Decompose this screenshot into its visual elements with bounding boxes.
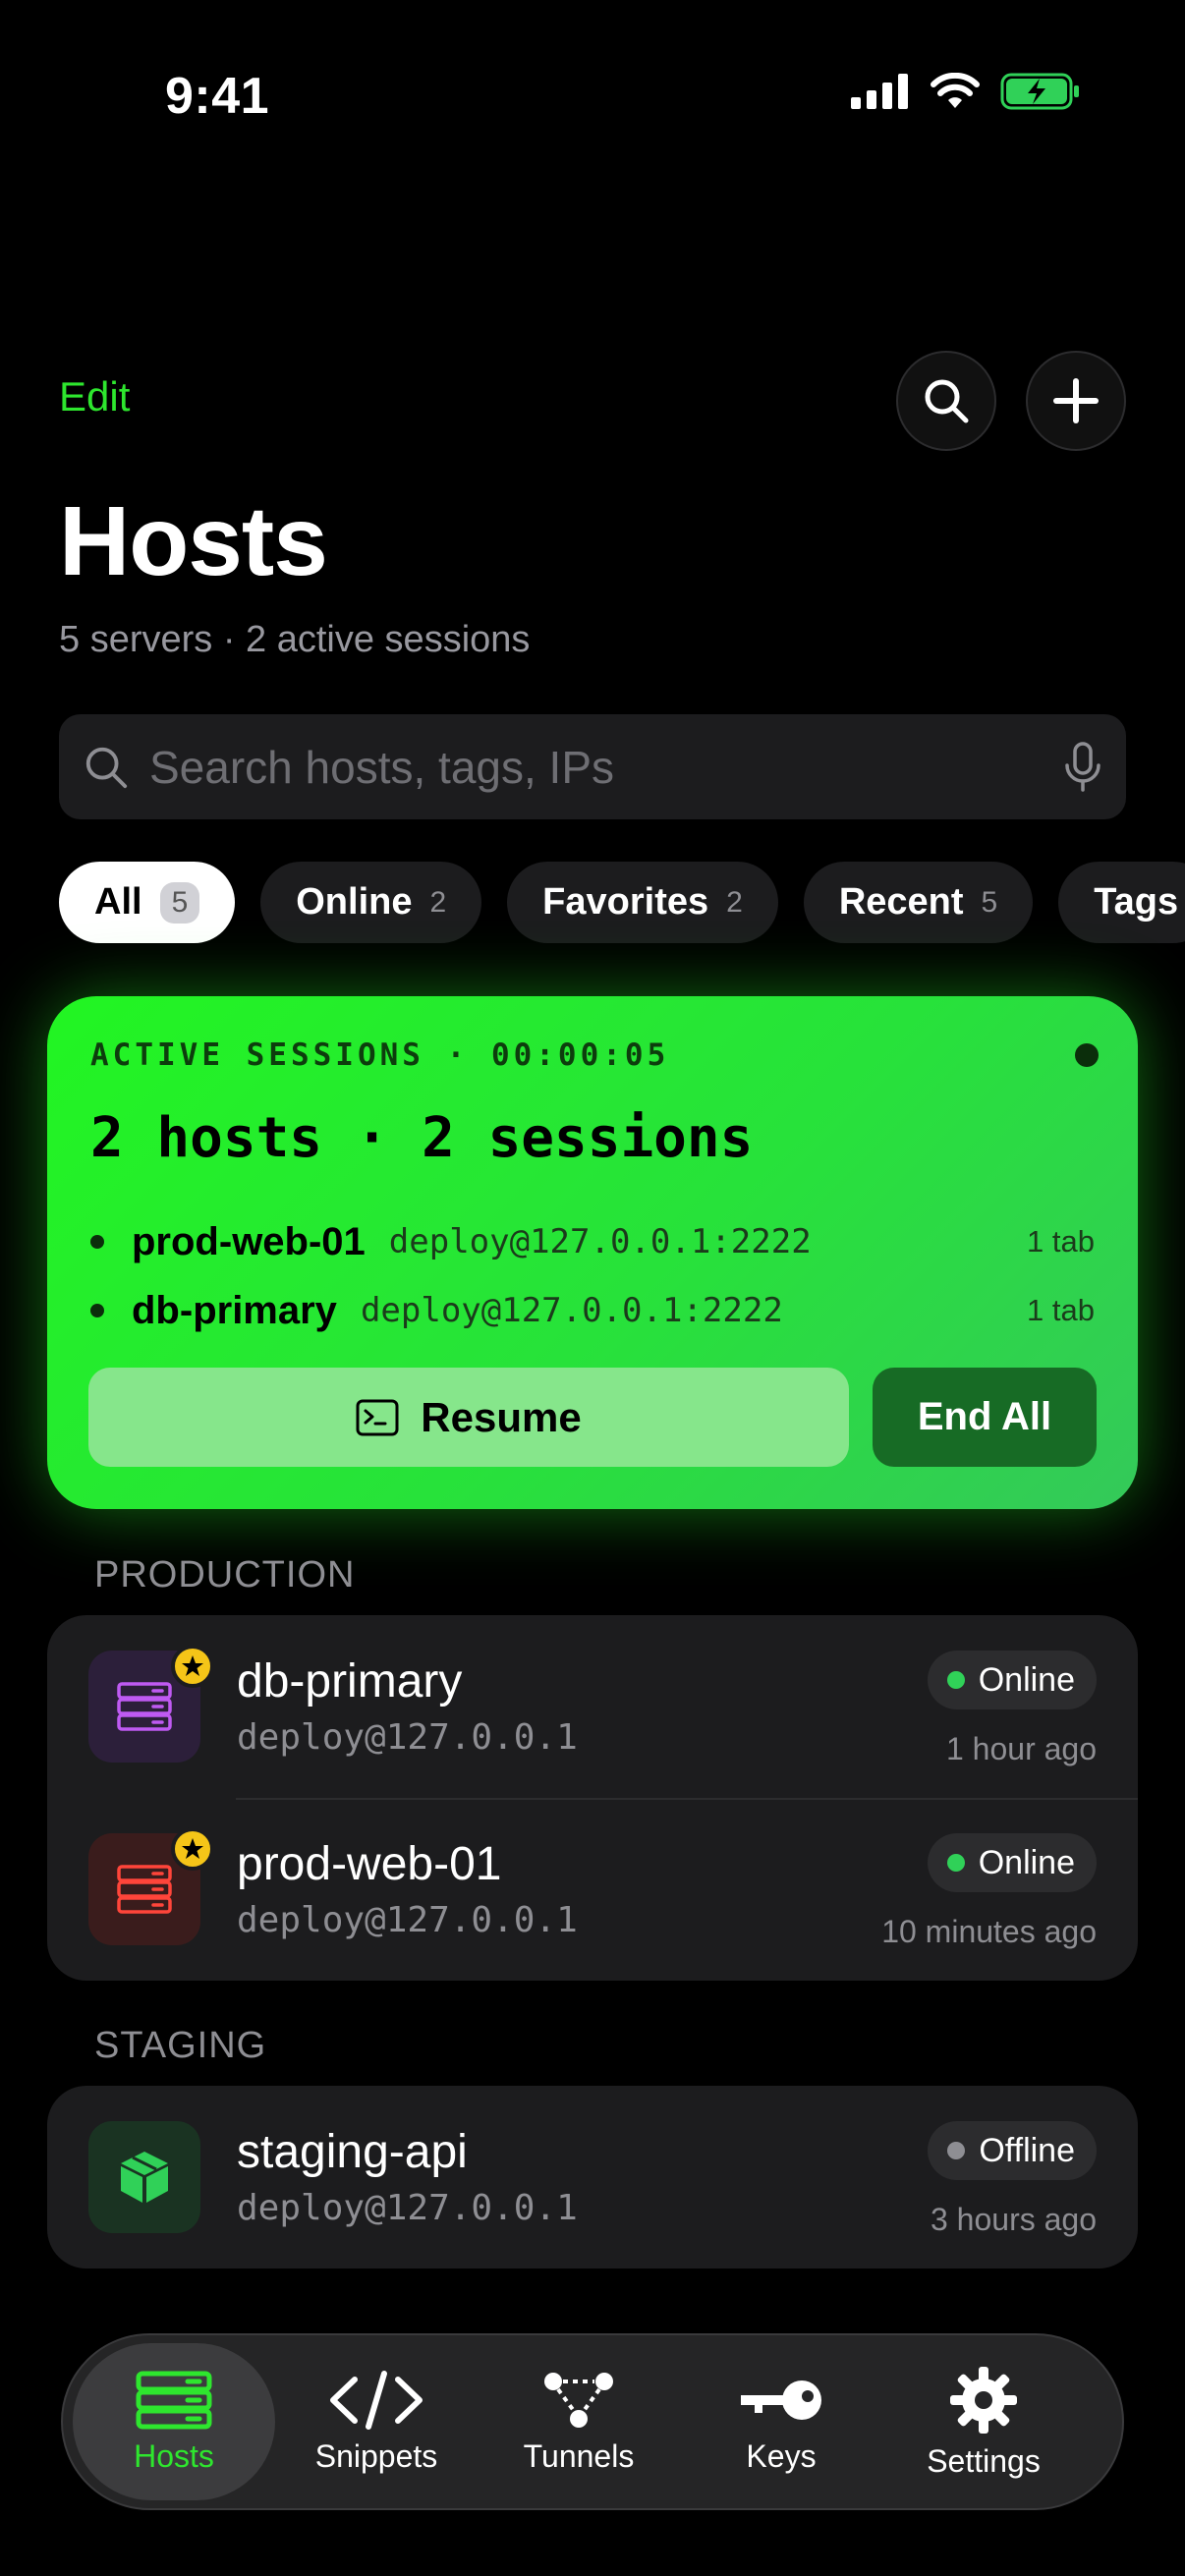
- wifi-icon: [931, 73, 980, 108]
- filter-count: 2: [429, 885, 447, 919]
- filter-count: 5: [159, 881, 200, 924]
- host-address: deploy@127.0.0.1: [237, 1717, 578, 1758]
- tab-snippets[interactable]: Snippets: [275, 2343, 478, 2500]
- status-time: 9:41: [165, 68, 270, 125]
- filter-label: All: [94, 881, 142, 923]
- filter-recent[interactable]: Recent 5: [803, 862, 1034, 943]
- host-row-db-primary[interactable]: db-primary deploy@127.0.0.1 Online 1 hou…: [47, 1615, 1138, 1798]
- status-icons: [851, 73, 1081, 110]
- cellular-signal-icon: [851, 74, 908, 109]
- active-sessions-card: ACTIVE SESSIONS · 00:00:05 2 hosts · 2 s…: [47, 996, 1138, 1509]
- server-icon: [136, 2371, 212, 2429]
- server-icon: [117, 1865, 172, 1914]
- plus-icon: [1053, 378, 1099, 423]
- last-seen: 1 hour ago: [945, 1731, 1097, 1766]
- host-row-prod-web-01[interactable]: prod-web-01 deploy@127.0.0.1 Online 10 m…: [47, 1798, 1138, 1981]
- favorite-star-icon: [171, 1645, 214, 1688]
- edit-button[interactable]: Edit: [59, 373, 130, 420]
- session-host: prod-web-01: [132, 1219, 366, 1263]
- session-bullet: [90, 1235, 104, 1249]
- hosts-screen: 9:41 Edit Hosts 5 servers · 2 active ses…: [0, 0, 1185, 2576]
- tab-label: Hosts: [134, 2437, 214, 2474]
- status-bar: 9:41: [0, 0, 1185, 187]
- tab-keys[interactable]: Keys: [680, 2343, 882, 2500]
- last-seen: 3 hours ago: [930, 2202, 1097, 2237]
- active-sessions-label: ACTIVE SESSIONS · 00:00:05: [90, 1037, 670, 1073]
- last-seen: 10 minutes ago: [881, 1914, 1097, 1949]
- filter-count: 2: [726, 885, 743, 919]
- terminal-icon: [356, 1399, 399, 1435]
- status-badge: Online: [927, 1833, 1097, 1892]
- host-address: deploy@127.0.0.1: [237, 1900, 578, 1940]
- gear-icon: [950, 2366, 1017, 2434]
- resume-label: Resume: [421, 1393, 582, 1440]
- session-address: deploy@127.0.0.1:2222: [388, 1222, 812, 1261]
- end-all-button[interactable]: End All: [873, 1368, 1097, 1467]
- session-bullet: [90, 1304, 104, 1317]
- search-input[interactable]: Search hosts, tags, IPs: [149, 741, 1063, 794]
- server-icon: [117, 1682, 172, 1731]
- cube-icon: [121, 2152, 168, 2203]
- code-icon: [330, 2370, 423, 2430]
- session-row[interactable]: db-primary deploy@127.0.0.1:2222 1 tab: [90, 1286, 1095, 1335]
- tab-label: Settings: [927, 2442, 1041, 2479]
- host-group-production: db-primary deploy@127.0.0.1 Online 1 hou…: [47, 1615, 1138, 1981]
- host-icon-tile: [88, 2121, 200, 2233]
- host-name: prod-web-01: [237, 1838, 502, 1890]
- tunnel-icon: [544, 2372, 613, 2428]
- tab-settings[interactable]: Settings: [882, 2343, 1085, 2500]
- tab-label: Keys: [746, 2437, 817, 2474]
- tab-label: Snippets: [314, 2437, 438, 2474]
- host-name: db-primary: [237, 1655, 463, 1708]
- host-row-staging-api[interactable]: staging-api deploy@127.0.0.1 Offline 3 h…: [47, 2086, 1138, 2268]
- filter-tags[interactable]: Tags: [1058, 862, 1185, 943]
- tab-label: Tunnels: [523, 2437, 635, 2474]
- filter-chips: All 5 Online 2 Favorites 2 Recent 5 Tags: [59, 862, 1185, 943]
- search-icon: [85, 747, 128, 788]
- status-dot: [946, 1854, 965, 1872]
- battery-charging-icon: [1000, 73, 1079, 110]
- active-sessions-headline: 2 hosts · 2 sessions: [90, 1106, 754, 1170]
- host-group-staging: staging-api deploy@127.0.0.1 Offline 3 h…: [47, 2086, 1138, 2268]
- search-icon: [925, 379, 969, 423]
- session-tab-count: 1 tab: [1027, 1293, 1095, 1327]
- host-name: staging-api: [237, 2126, 468, 2178]
- filter-online[interactable]: Online 2: [260, 862, 482, 943]
- session-row[interactable]: prod-web-01 deploy@127.0.0.1:2222 1 tab: [90, 1217, 1095, 1266]
- add-host-button[interactable]: [1026, 351, 1126, 451]
- status-dot: [946, 1671, 965, 1689]
- filter-label: Tags: [1094, 881, 1179, 923]
- key-icon: [741, 2380, 821, 2420]
- tab-tunnels[interactable]: Tunnels: [478, 2343, 680, 2500]
- tab-bar: Hosts Snippets Tunnels Keys Settings: [61, 2333, 1124, 2510]
- filter-label: Online: [296, 881, 413, 923]
- filter-favorites[interactable]: Favorites 2: [507, 862, 778, 943]
- live-indicator: [1075, 1043, 1099, 1067]
- section-header-staging: STAGING: [94, 2025, 267, 2066]
- status-text: Offline: [979, 2131, 1075, 2169]
- session-host: db-primary: [132, 1288, 337, 1332]
- filter-all[interactable]: All 5: [59, 862, 236, 943]
- page-title: Hosts: [59, 486, 328, 596]
- status-badge: Offline: [928, 2121, 1097, 2180]
- filter-label: Favorites: [542, 881, 709, 923]
- search-button[interactable]: [896, 351, 996, 451]
- section-header-production: PRODUCTION: [94, 1554, 356, 1596]
- status-dot: [947, 2142, 966, 2159]
- status-text: Online: [978, 1660, 1075, 1699]
- favorite-star-icon: [171, 1827, 214, 1871]
- resume-button[interactable]: Resume: [88, 1368, 849, 1467]
- page-subtitle: 5 servers · 2 active sessions: [59, 619, 531, 660]
- status-badge: Online: [927, 1651, 1097, 1709]
- session-tab-count: 1 tab: [1027, 1224, 1095, 1259]
- session-address: deploy@127.0.0.1:2222: [360, 1291, 783, 1330]
- status-text: Online: [978, 1843, 1075, 1881]
- tab-hosts[interactable]: Hosts: [73, 2343, 275, 2500]
- filter-count: 5: [981, 885, 998, 919]
- search-field[interactable]: Search hosts, tags, IPs: [59, 714, 1126, 819]
- host-address: deploy@127.0.0.1: [237, 2188, 578, 2228]
- filter-label: Recent: [838, 881, 964, 923]
- microphone-icon[interactable]: [1063, 741, 1102, 793]
